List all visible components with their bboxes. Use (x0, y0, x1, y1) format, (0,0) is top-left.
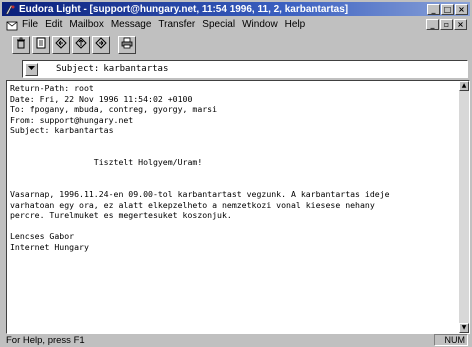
print-icon (121, 36, 133, 54)
close-button[interactable]: × (455, 3, 468, 15)
minimize-button[interactable]: _ (427, 3, 440, 15)
redirect-button[interactable] (92, 36, 110, 54)
new-message-icon (35, 36, 47, 54)
subject-label: Subject: (56, 64, 100, 74)
new-message-button[interactable] (32, 36, 50, 54)
eudora-app-icon[interactable] (4, 3, 16, 15)
doc-restore-button[interactable]: ▫ (440, 19, 453, 30)
forward-button[interactable] (72, 36, 90, 54)
menu-mailbox[interactable]: Mailbox (69, 19, 103, 30)
menu-message[interactable]: Message (111, 19, 152, 30)
arrow-down-icon: ▼ (461, 324, 467, 331)
status-bar: For Help, press F1 NUM (2, 334, 470, 347)
message-pane[interactable]: Return-Path: root Date: Fri, 22 Nov 1996… (6, 80, 470, 334)
print-button[interactable] (118, 36, 136, 54)
arrow-up-icon: ▲ (461, 82, 467, 89)
subject-value[interactable]: karbantartas (103, 64, 168, 74)
title-bar[interactable]: Eudora Light - [support@hungary.net, 11:… (2, 2, 470, 16)
subject-bar: Subject: karbantartas (2, 58, 470, 80)
scroll-down-button[interactable]: ▼ (459, 323, 469, 333)
menu-special[interactable]: Special (202, 19, 235, 30)
eudora-window: Eudora Light - [support@hungary.net, 11:… (0, 0, 472, 347)
maximize-button[interactable]: □ (441, 3, 454, 15)
reply-button[interactable] (52, 36, 70, 54)
toolbar (2, 33, 470, 57)
redirect-icon (95, 36, 107, 54)
subject-field[interactable]: Subject: karbantartas (22, 60, 468, 78)
trash-icon (15, 36, 27, 54)
doc-minimize-button[interactable]: _ (426, 19, 439, 30)
menu-transfer[interactable]: Transfer (158, 19, 195, 30)
menu-bar: File Edit Mailbox Message Transfer Speci… (2, 17, 470, 32)
chevron-down-icon (28, 65, 35, 73)
window-title: Eudora Light - [support@hungary.net, 11:… (19, 3, 349, 15)
document-icon[interactable] (6, 19, 18, 31)
num-lock-indicator: NUM (434, 334, 468, 346)
menu-edit[interactable]: Edit (45, 19, 62, 30)
vertical-scrollbar[interactable]: ▲ ▼ (459, 81, 469, 333)
delete-button[interactable] (12, 36, 30, 54)
doc-close-button[interactable]: × (454, 19, 467, 30)
status-help-text: For Help, press F1 (6, 335, 85, 346)
priority-dropdown[interactable] (25, 62, 38, 76)
scroll-up-button[interactable]: ▲ (459, 81, 469, 91)
forward-icon (75, 36, 87, 54)
menu-file[interactable]: File (22, 19, 38, 30)
menu-window[interactable]: Window (242, 19, 278, 30)
message-body[interactable]: Return-Path: root Date: Fri, 22 Nov 1996… (10, 83, 460, 331)
reply-icon (55, 36, 67, 54)
menu-help[interactable]: Help (285, 19, 306, 30)
